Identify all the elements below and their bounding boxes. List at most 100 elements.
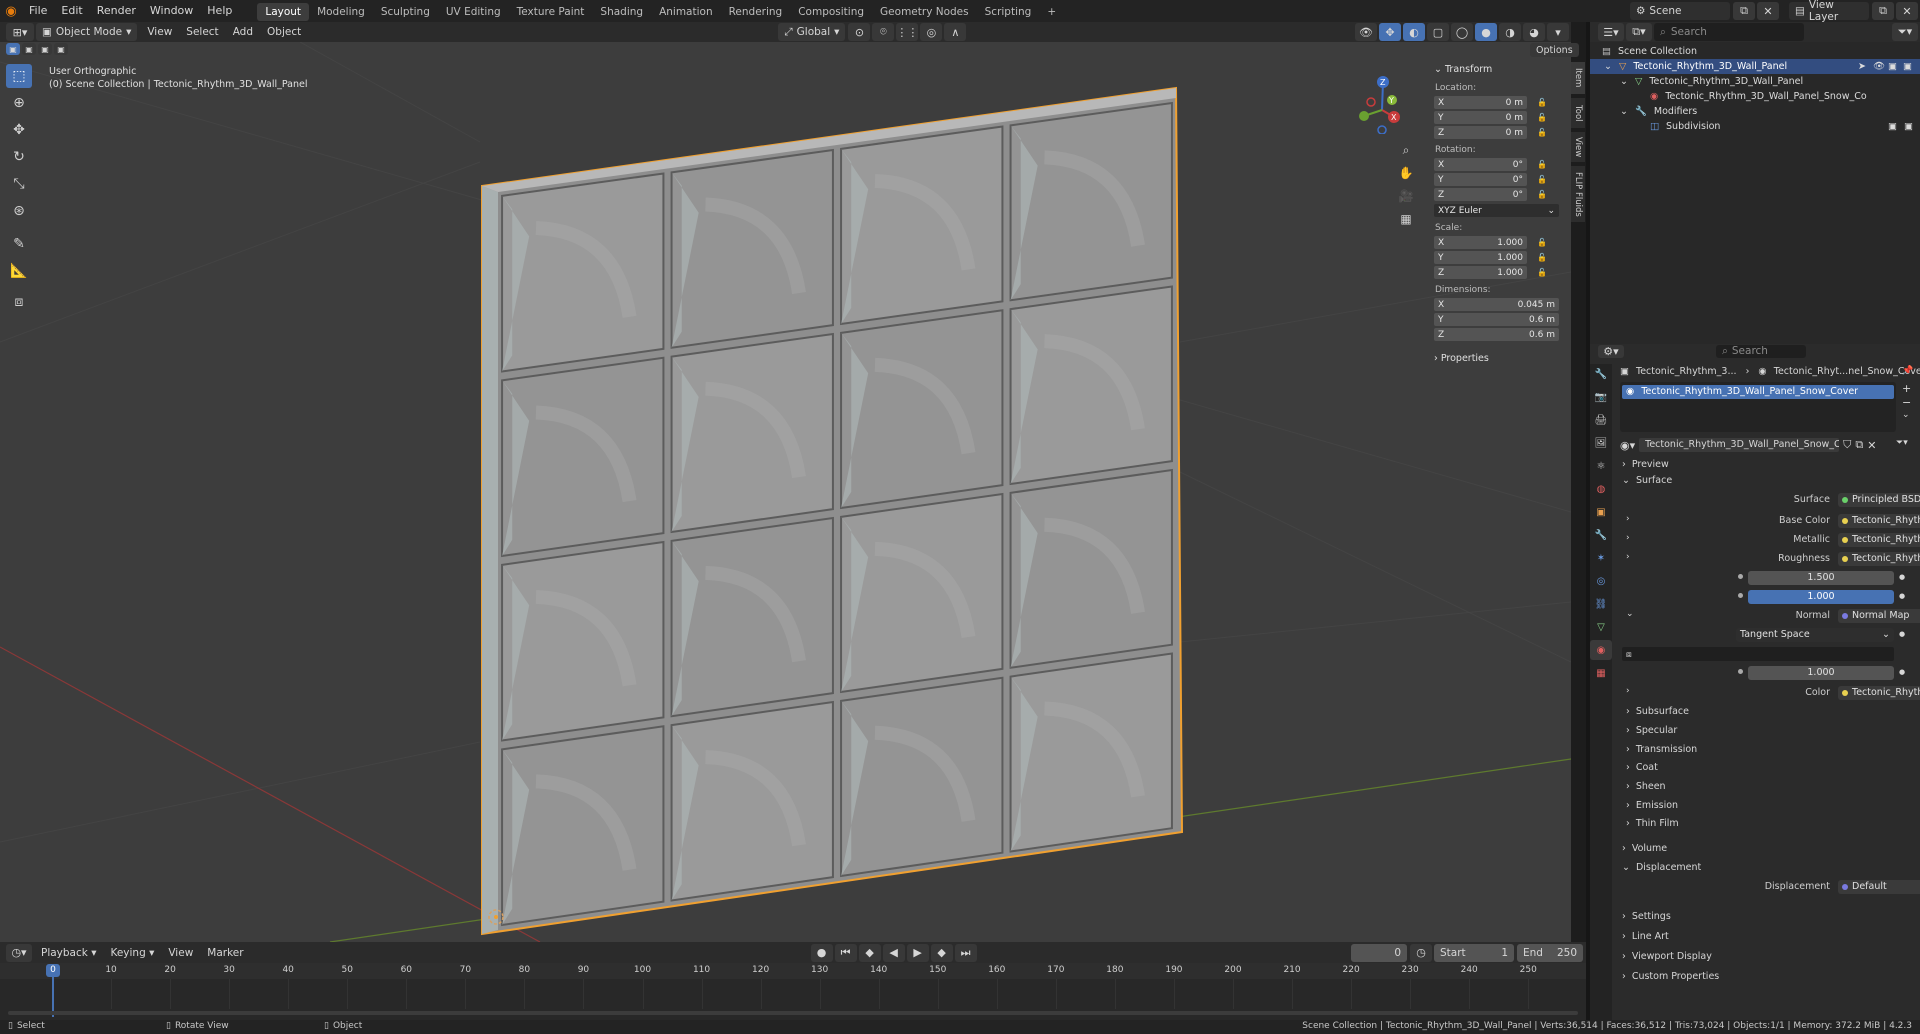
render-icon[interactable]: ▣ — [1903, 59, 1912, 74]
rotation-mode-dropdown[interactable]: XYZ Euler ⌄ — [1434, 204, 1568, 217]
annotate-tool-icon[interactable]: ✎ — [6, 232, 32, 256]
outliner-row-object[interactable]: ⌄ ▽ Tectonic_Rhythm_3D_Wall_Panel ➤ 👁 ▣ … — [1590, 59, 1920, 74]
chevron-right-icon[interactable]: › — [1626, 533, 1630, 543]
shading-rendered-icon[interactable]: ◕ — [1523, 23, 1545, 41]
uv-map-field[interactable]: ⧈ — [1622, 647, 1894, 661]
keyframe-dot-icon[interactable]: ● — [1899, 630, 1905, 638]
chevron-right-icon[interactable]: › — [1626, 552, 1630, 562]
falloff-icon[interactable]: ∧ — [944, 23, 967, 41]
menu-help[interactable]: Help — [200, 0, 239, 22]
menu-add[interactable]: Add — [233, 26, 253, 38]
browse-filter-icon[interactable]: ⏷▾ — [1896, 438, 1908, 448]
visibility-icon[interactable]: 👁 — [1355, 23, 1377, 41]
proportional-edit-icon[interactable]: ◎ — [920, 23, 943, 41]
rotation-y-field[interactable]: Y 0° 🔓 — [1434, 173, 1568, 186]
current-frame-field[interactable]: 0 — [1351, 943, 1407, 962]
properties-editor-type-icon[interactable]: ⚙▾ — [1598, 344, 1624, 358]
fake-user-icon[interactable]: ⛉ — [1843, 438, 1851, 452]
measure-tool-icon[interactable]: 📐 — [6, 259, 32, 283]
outliner-row-mesh[interactable]: ⌄ ▽ Tectonic_Rhythm_3D_Wall_Panel — [1620, 74, 1803, 89]
remove-slot-icon[interactable]: − — [1902, 396, 1911, 409]
keyframe-dot-icon[interactable]: ● — [1899, 592, 1905, 600]
add-cube-tool-icon[interactable]: ⧈ — [6, 290, 32, 314]
texture-props-icon[interactable]: ▦ — [1590, 663, 1612, 683]
camera-icon[interactable]: ▣ — [1888, 59, 1897, 74]
keyframe-dot-icon[interactable]: ● — [1899, 573, 1905, 581]
rotate-tool-icon[interactable]: ↻ — [6, 145, 32, 169]
line-art-section[interactable]: › Line Art — [1622, 931, 1669, 942]
lock-icon[interactable]: 🔓 — [1537, 128, 1547, 137]
alpha-field[interactable]: 1.000 — [1748, 590, 1894, 604]
clock-icon[interactable]: ◷ — [1410, 943, 1432, 962]
specular-section[interactable]: › Specular — [1626, 725, 1677, 736]
constraints-props-icon[interactable]: ⛓ — [1590, 594, 1612, 614]
scale-y-field[interactable]: Y 1.000 🔓 — [1434, 251, 1568, 264]
keyframe-dot-icon[interactable]: ● — [1899, 668, 1905, 676]
menu-select[interactable]: Select — [186, 26, 218, 38]
lock-icon[interactable]: 🔓 — [1537, 175, 1547, 184]
play-icon[interactable]: ▶ — [906, 943, 929, 962]
tab-scripting[interactable]: Scripting — [977, 3, 1040, 21]
tab-uv-editing[interactable]: UV Editing — [438, 3, 509, 21]
normal-color-field[interactable]: Tectonic_Rhyth...mal_OpenGL.png — [1838, 686, 1920, 700]
start-frame-field[interactable]: Start 1 — [1434, 943, 1514, 962]
object-mode-dropdown[interactable]: ▣ Object Mode ▾ — [36, 23, 138, 41]
tab-flip-fluids[interactable]: FLIP Fluids — [1571, 166, 1585, 222]
location-x-field[interactable]: X0 m 🔓 — [1434, 96, 1568, 109]
material-slot-item[interactable]: ◉ Tectonic_Rhythm_3D_Wall_Panel_Snow_Cov… — [1622, 385, 1894, 399]
material-browse-icon[interactable]: ◉▾ — [1620, 439, 1635, 452]
tab-sculpting[interactable]: Sculpting — [373, 3, 438, 21]
play-reverse-icon[interactable]: ◀ — [882, 943, 905, 962]
world-props-icon[interactable]: ◍ — [1590, 479, 1612, 499]
viewport-display-section[interactable]: › Viewport Display — [1622, 951, 1712, 962]
chevron-right-icon[interactable]: › — [1626, 514, 1630, 524]
scale-x-field[interactable]: X 1.000 🔓 — [1434, 236, 1568, 249]
viewport-toggle-icon[interactable]: ▣ — [1888, 119, 1897, 134]
location-z-field[interactable]: Z0 m 🔓 — [1434, 126, 1568, 139]
editor-type-icon[interactable]: ⊞▾ — [6, 23, 34, 41]
new-view-layer-icon[interactable]: ⧉ — [1872, 2, 1894, 20]
unlink-icon[interactable]: ✕ — [1867, 439, 1876, 452]
outliner-row-scene-collection[interactable]: ▤ Scene Collection — [1602, 44, 1697, 59]
3d-viewport[interactable]: User Orthographic (0) Scene Collection |… — [0, 42, 1571, 942]
sheen-section[interactable]: › Sheen — [1626, 781, 1666, 792]
ior-field[interactable]: 1.500 — [1748, 571, 1894, 585]
tab-rendering[interactable]: Rendering — [721, 3, 791, 21]
shading-options-icon[interactable]: ▾ — [1547, 23, 1569, 41]
jump-start-icon[interactable]: ⏮ — [834, 943, 857, 962]
properties-search-input[interactable]: ⌕ Search — [1716, 344, 1806, 358]
view-layer-props-icon[interactable]: 🖼 — [1590, 433, 1612, 453]
display-mode-icon[interactable]: ⧉▾ — [1626, 23, 1652, 41]
eye-icon[interactable]: 👁 — [1873, 59, 1885, 74]
volume-section[interactable]: › Volume — [1622, 843, 1667, 854]
scene-selector[interactable]: ⚙ Scene — [1630, 2, 1730, 20]
menu-render[interactable]: Render — [90, 0, 143, 22]
outliner-editor-type-icon[interactable]: ☰▾ — [1598, 23, 1624, 41]
object-props-icon[interactable]: ▣ — [1590, 502, 1612, 522]
material-props-icon[interactable]: ◉ — [1590, 640, 1612, 660]
add-workspace-icon[interactable]: + — [1039, 3, 1064, 21]
lock-icon[interactable]: 🔓 — [1537, 160, 1547, 169]
pivot-icon[interactable]: ⊙ — [848, 23, 871, 41]
custom-properties-section[interactable]: › Custom Properties — [1622, 971, 1719, 982]
duplicate-icon[interactable]: ⧉ — [1855, 438, 1863, 452]
coat-section[interactable]: › Coat — [1626, 762, 1658, 773]
shading-solid-icon[interactable]: ● — [1475, 23, 1497, 41]
render-toggle-icon[interactable]: ▣ — [1904, 119, 1913, 134]
material-datablock[interactable]: ◉▾ Tectonic_Rhythm_3D_Wall_Panel_Snow_Co… — [1620, 438, 1890, 452]
scale-z-field[interactable]: Z 1.000 🔓 — [1434, 266, 1568, 279]
scale-tool-icon[interactable]: ⤡ — [6, 172, 32, 196]
transform-header[interactable]: ⌄ Transform — [1434, 64, 1568, 75]
select-arrow-icon[interactable]: ➤ — [1858, 59, 1866, 74]
metallic-field[interactable]: Tectonic_Rhyth...over_Metallic.png — [1838, 533, 1920, 547]
dimensions-y-field[interactable]: Y 0.6 m — [1434, 313, 1568, 326]
record-icon[interactable]: ● — [810, 943, 833, 962]
subsurface-section[interactable]: › Subsurface — [1626, 706, 1689, 717]
playhead[interactable]: 0 — [46, 964, 60, 977]
xray-icon[interactable]: ▢ — [1427, 23, 1449, 41]
lock-icon[interactable]: 🔓 — [1537, 98, 1547, 107]
menu-edit[interactable]: Edit — [54, 0, 89, 22]
roughness-field[interactable]: Tectonic_Rhyth...r_Roughness.png — [1838, 552, 1920, 566]
lock-icon[interactable]: 🔓 — [1537, 268, 1547, 277]
chevron-right-icon[interactable]: › — [1626, 686, 1630, 696]
